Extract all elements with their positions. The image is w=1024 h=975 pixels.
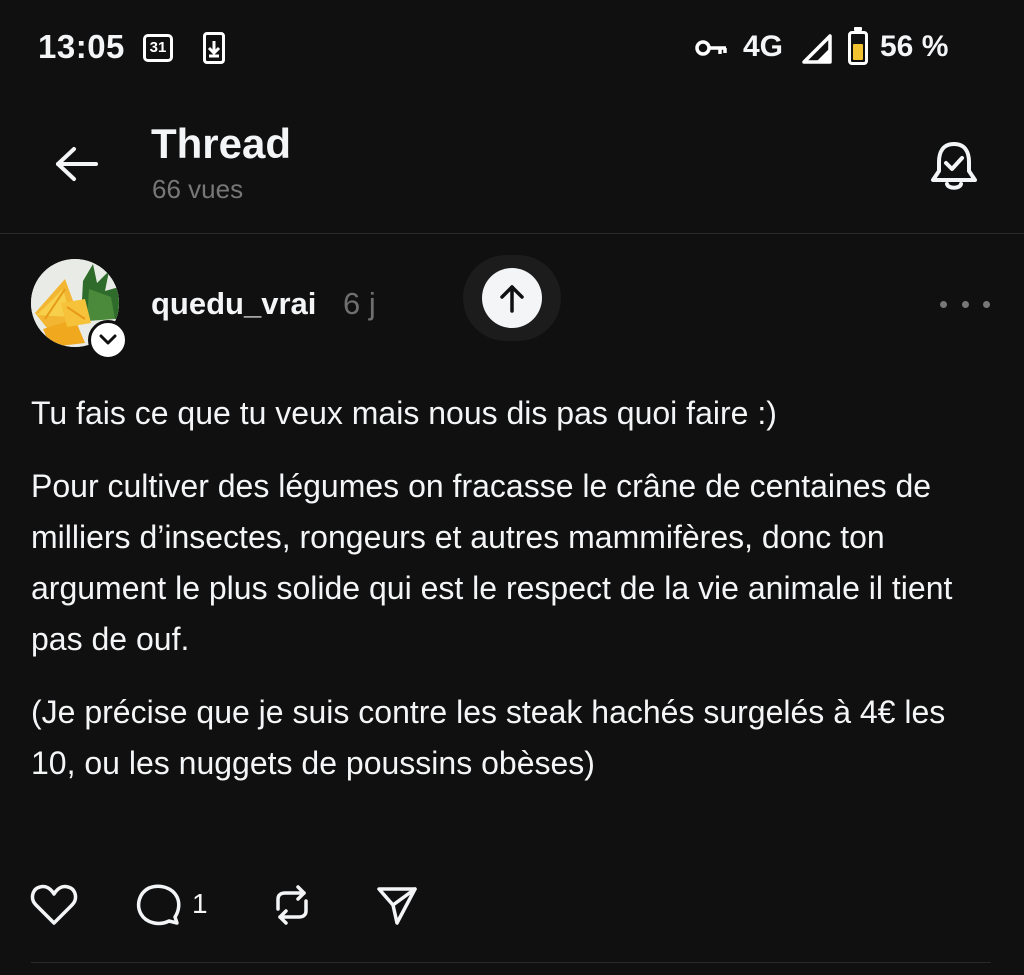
more-options-button[interactable] <box>940 292 990 316</box>
page-title: Thread <box>151 120 292 167</box>
more-icon-dot <box>961 300 969 308</box>
like-icon <box>30 884 78 925</box>
repost-button[interactable] <box>270 880 314 930</box>
post-paragraph: Tu fais ce que tu veux mais nous dis pas… <box>31 395 777 431</box>
reply-count: 1 <box>192 888 208 919</box>
calendar-day: 31 <box>149 39 167 56</box>
vpn-key-icon <box>695 40 727 56</box>
follow-badge[interactable] <box>88 320 128 360</box>
battery-icon <box>848 27 868 65</box>
repost-icon <box>276 885 308 925</box>
back-arrow-icon <box>56 147 98 181</box>
share-button[interactable] <box>375 880 419 930</box>
status-bar: 13:05 31 4G 56 % <box>0 0 1024 100</box>
notification-bell-icon <box>931 142 977 190</box>
thread-header: Thread 66 vues <box>0 100 1024 234</box>
reply-button[interactable] <box>135 880 181 930</box>
post-text: Tu fais ce que tu veux mais nous dis pas… <box>31 388 981 789</box>
calendar-icon: 31 <box>143 34 173 62</box>
like-button[interactable] <box>30 880 78 930</box>
notification-button[interactable] <box>922 134 986 198</box>
download-icon <box>203 32 225 64</box>
screen: 13:05 31 4G 56 % Thread 66 vues quedu_vr… <box>0 0 1024 975</box>
post-divider <box>31 962 991 963</box>
share-icon <box>377 887 417 925</box>
post-timestamp: 6 j <box>343 286 376 321</box>
status-time: 13:05 <box>38 28 125 65</box>
signal-icon <box>802 34 832 64</box>
post-paragraph: Pour cultiver des légumes on fracasse le… <box>31 468 953 657</box>
back-button[interactable] <box>48 136 104 192</box>
more-icon-dot <box>983 300 990 308</box>
battery-level-fill <box>853 44 863 60</box>
post-actions: 1 <box>0 880 1024 930</box>
scroll-to-top-button[interactable] <box>463 255 561 341</box>
battery-percent: 56 % <box>880 30 949 63</box>
chevron-down-icon <box>99 334 117 345</box>
scroll-to-top-circle <box>482 268 542 328</box>
post-paragraph: (Je précise que je suis contre les steak… <box>31 694 946 781</box>
reply-icon <box>136 884 181 926</box>
view-count: 66 vues <box>152 174 244 204</box>
arrow-up-icon <box>500 285 524 313</box>
network-type: 4G <box>743 30 784 63</box>
more-icon-dot <box>940 300 947 308</box>
post-username[interactable]: quedu_vrai <box>151 286 316 322</box>
